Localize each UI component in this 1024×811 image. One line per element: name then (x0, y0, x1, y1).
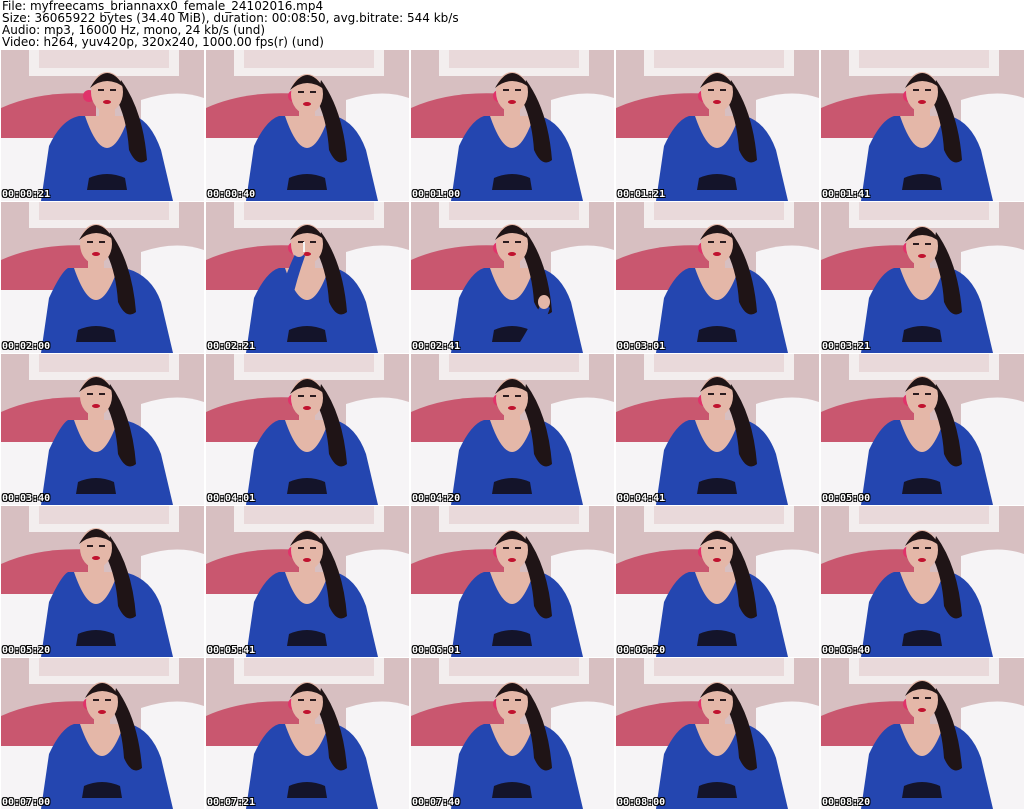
video-thumbnail: 00:05:00 (821, 354, 1024, 505)
video-thumbnail: 00:03:21 (821, 202, 1024, 353)
thumbnail-frame-image (411, 658, 614, 809)
thumbnail-timestamp: 00:01:41 (822, 189, 871, 200)
thumbnail-timestamp: 00:05:20 (2, 645, 51, 656)
thumbnail-frame-image (1, 506, 204, 657)
thumbnail-frame-image (616, 202, 819, 353)
thumbnail-frame-image (411, 354, 614, 505)
thumbnail-timestamp: 00:07:40 (412, 797, 461, 808)
thumbnail-frame-image (616, 50, 819, 201)
video-thumbnail: 00:03:01 (616, 202, 819, 353)
thumbnail-timestamp: 00:01:00 (412, 189, 461, 200)
thumbnail-timestamp: 00:03:01 (617, 341, 666, 352)
thumbnail-frame-image (821, 506, 1024, 657)
thumbnail-timestamp: 00:04:20 (412, 493, 461, 504)
thumbnail-timestamp: 00:03:21 (822, 341, 871, 352)
thumbnail-timestamp: 00:02:00 (2, 341, 51, 352)
thumbnail-frame-image (616, 658, 819, 809)
video-thumbnail: 00:06:20 (616, 506, 819, 657)
thumbnail-frame-image (411, 202, 614, 353)
video-thumbnail: 00:01:21 (616, 50, 819, 201)
video-thumbnail: 00:08:20 (821, 658, 1024, 809)
thumbnail-timestamp: 00:00:40 (207, 189, 256, 200)
thumbnail-frame-image (206, 50, 409, 201)
video-thumbnail: 00:07:21 (206, 658, 409, 809)
thumbnail-timestamp: 00:06:20 (617, 645, 666, 656)
thumbnail-frame-image (206, 354, 409, 505)
thumbnail-frame-image (206, 506, 409, 657)
thumbnail-timestamp: 00:05:00 (822, 493, 871, 504)
video-info-line: Video: h264, yuv420p, 320x240, 1000.00 f… (2, 35, 324, 49)
thumbnail-timestamp: 00:01:21 (617, 189, 666, 200)
video-thumbnail: 00:03:40 (1, 354, 204, 505)
thumbnail-frame-image (616, 354, 819, 505)
video-thumbnail: 00:06:40 (821, 506, 1024, 657)
thumbnail-grid: 00:00:21 00:00:40 00:01:00 00:01:21 00:01:41… (1, 50, 1024, 811)
thumbnail-timestamp: 00:03:40 (2, 493, 51, 504)
file-info-header: File: myfreecams_briannaxx0_female_24102… (2, 0, 1022, 50)
video-thumbnail: 00:02:00 (1, 202, 204, 353)
thumbnail-timestamp: 00:06:01 (412, 645, 461, 656)
thumbnail-timestamp: 00:07:00 (2, 797, 51, 808)
video-thumbnail: 00:08:00 (616, 658, 819, 809)
video-thumbnail: 00:02:41 (411, 202, 614, 353)
video-thumbnail: 00:04:01 (206, 354, 409, 505)
thumbnail-timestamp: 00:05:41 (207, 645, 256, 656)
thumbnail-frame-image (1, 354, 204, 505)
thumbnail-frame-image (206, 658, 409, 809)
thumbnail-timestamp: 00:07:21 (207, 797, 256, 808)
thumbnail-frame-image (1, 658, 204, 809)
thumbnail-timestamp: 00:08:00 (617, 797, 666, 808)
video-thumbnail: 00:06:01 (411, 506, 614, 657)
thumbnail-timestamp: 00:04:41 (617, 493, 666, 504)
video-thumbnail: 00:02:21 (206, 202, 409, 353)
video-thumbnail: 00:05:41 (206, 506, 409, 657)
video-thumbnail: 00:07:00 (1, 658, 204, 809)
video-thumbnail: 00:04:41 (616, 354, 819, 505)
thumbnail-frame-image (1, 202, 204, 353)
video-thumbnail: 00:05:20 (1, 506, 204, 657)
thumbnail-timestamp: 00:02:41 (412, 341, 461, 352)
thumbnail-timestamp: 00:06:40 (822, 645, 871, 656)
thumbnail-frame-image (616, 506, 819, 657)
thumbnail-timestamp: 00:00:21 (2, 189, 51, 200)
thumbnail-frame-image (821, 50, 1024, 201)
video-thumbnail: 00:01:00 (411, 50, 614, 201)
thumbnail-timestamp: 00:02:21 (207, 341, 256, 352)
thumbnail-timestamp: 00:08:20 (822, 797, 871, 808)
video-thumbnail: 00:00:21 (1, 50, 204, 201)
thumbnail-frame-image (411, 50, 614, 201)
video-thumbnail: 00:01:41 (821, 50, 1024, 201)
thumbnail-frame-image (821, 658, 1024, 809)
thumbnail-frame-image (1, 50, 204, 201)
video-thumbnail: 00:04:20 (411, 354, 614, 505)
thumbnail-frame-image (821, 202, 1024, 353)
video-thumbnail: 00:07:40 (411, 658, 614, 809)
thumbnail-timestamp: 00:04:01 (207, 493, 256, 504)
thumbnail-frame-image (821, 354, 1024, 505)
thumbnail-frame-image (206, 202, 409, 353)
thumbnail-frame-image (411, 506, 614, 657)
video-thumbnail: 00:00:40 (206, 50, 409, 201)
